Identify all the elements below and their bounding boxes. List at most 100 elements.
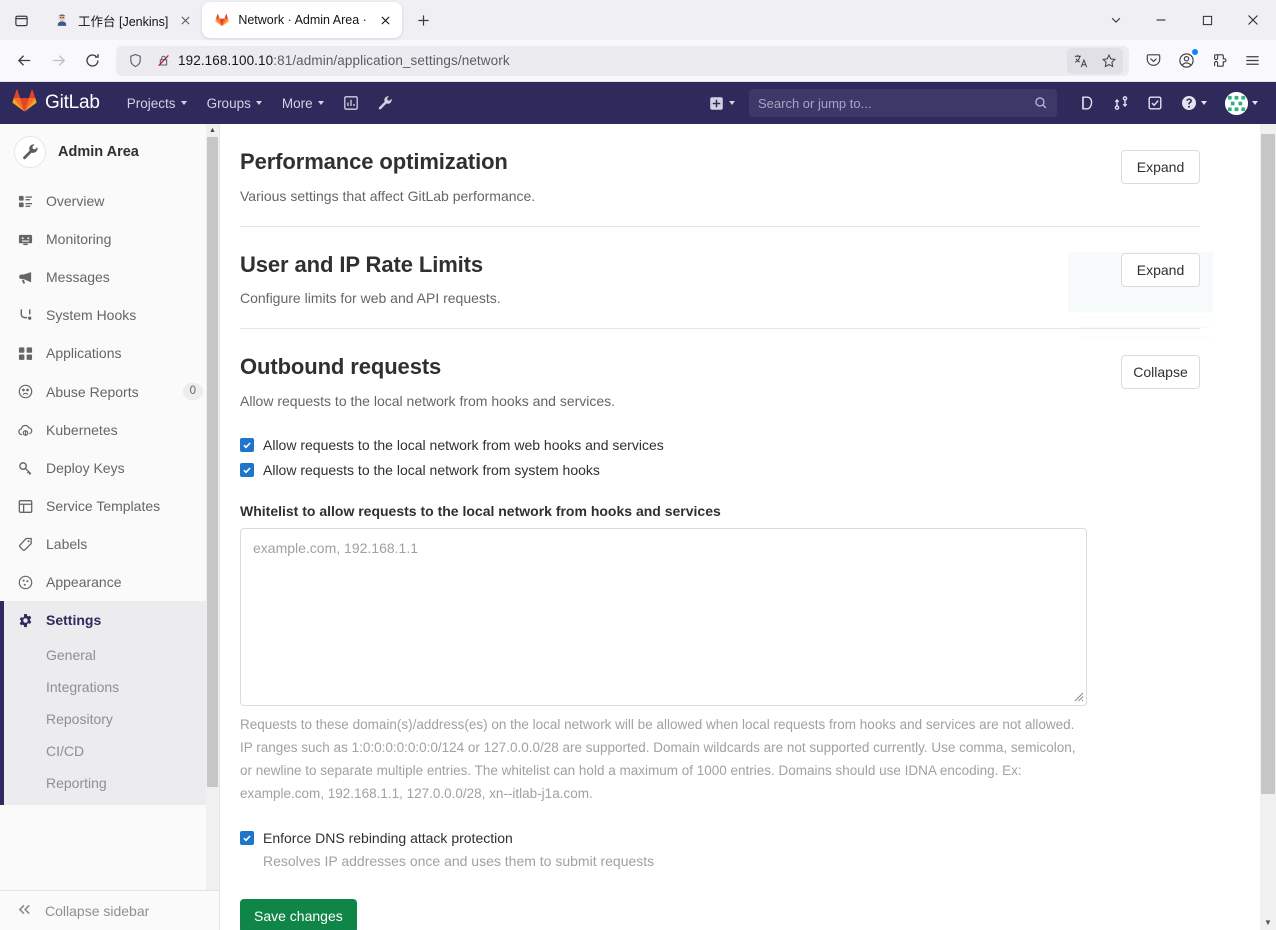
- sidebar-subitem-repository[interactable]: Repository: [0, 703, 219, 735]
- section-description: Allow requests to the local network from…: [240, 393, 1107, 409]
- sidebar-item-labels[interactable]: Labels: [0, 525, 219, 563]
- sidebar-item-settings[interactable]: Settings: [0, 601, 219, 639]
- sidebar-item-overview[interactable]: Overview: [0, 182, 219, 220]
- whitelist-help-text: Requests to these domain(s)/address(es) …: [240, 713, 1090, 806]
- sidebar-item-abuse-reports[interactable]: Abuse Reports 0: [0, 372, 219, 411]
- chevron-down-icon: [1201, 101, 1207, 105]
- app-menu-icon[interactable]: [1236, 45, 1268, 77]
- browser-tab[interactable]: 工作台 [Jenkins]: [42, 3, 202, 37]
- analytics-icon[interactable]: [335, 89, 367, 117]
- checkbox-dns-rebinding[interactable]: [240, 831, 254, 845]
- maximize-button[interactable]: [1184, 0, 1230, 40]
- sidebar-item-deploy-keys[interactable]: Deploy Keys: [0, 449, 219, 487]
- issues-icon[interactable]: [1071, 90, 1103, 116]
- save-changes-button[interactable]: Save changes: [240, 899, 357, 930]
- sidebar-subitem-integrations[interactable]: Integrations: [0, 671, 219, 703]
- new-tab-button[interactable]: [408, 5, 438, 35]
- sidebar-scroll-region: Admin Area Overview: [0, 124, 219, 890]
- tab-close-icon[interactable]: [176, 11, 194, 29]
- sidebar-subitem-general[interactable]: General: [0, 639, 219, 671]
- expand-button-user-ip-rate-limits[interactable]: Expand: [1121, 253, 1200, 287]
- tab-strip: 工作台 [Jenkins] Network · Admin Area · Git…: [0, 0, 1276, 40]
- sidebar-item-appearance[interactable]: Appearance: [0, 563, 219, 601]
- checkbox-system-hooks[interactable]: [240, 463, 254, 477]
- key-icon: [17, 460, 33, 476]
- back-icon[interactable]: [8, 45, 40, 77]
- sidebar-item-label: Kubernetes: [46, 422, 203, 438]
- todos-icon[interactable]: [1139, 90, 1171, 116]
- help-icon[interactable]: [1173, 90, 1215, 116]
- main-scrollbar-thumb[interactable]: [1261, 134, 1275, 794]
- sidebar-subitem-cicd[interactable]: CI/CD: [0, 735, 219, 767]
- forward-icon[interactable]: [42, 45, 74, 77]
- sidebar-item-applications[interactable]: Applications: [0, 334, 219, 372]
- checkbox-web-hooks[interactable]: [240, 438, 254, 452]
- tab-close-icon[interactable]: [376, 11, 394, 29]
- sidebar-settings-submenu: General Integrations Repository CI/CD Re…: [0, 639, 219, 805]
- gitlab-top-navigation: GitLab Projects Groups More: [0, 82, 1276, 124]
- reload-icon[interactable]: [76, 45, 108, 77]
- sidebar-item-monitoring[interactable]: Monitoring: [0, 220, 219, 258]
- sidebar-item-label: Applications: [46, 345, 203, 361]
- account-icon[interactable]: [1170, 45, 1202, 77]
- sidebar-scrollbar-thumb[interactable]: [207, 137, 218, 787]
- overview-icon: [17, 193, 33, 209]
- outbound-requests-form: Allow requests to the local network from…: [240, 435, 1200, 930]
- gitlab-home-link[interactable]: GitLab: [12, 88, 100, 118]
- whitelist-textarea[interactable]: [240, 528, 1087, 706]
- gear-icon: [17, 612, 33, 628]
- main-scrollbar[interactable]: ▼: [1260, 124, 1276, 930]
- section-header: User and IP Rate Limits Configure limits…: [240, 251, 1200, 307]
- pocket-icon[interactable]: [1137, 45, 1169, 77]
- chevron-down-icon: [729, 101, 735, 105]
- collapse-sidebar-button[interactable]: Collapse sidebar: [0, 890, 219, 930]
- gitlab-logo-icon: [12, 88, 37, 118]
- url-path: :81/admin/application_settings/network: [273, 53, 509, 68]
- search-box[interactable]: [749, 89, 1057, 117]
- main-content: Performance optimization Various setting…: [220, 124, 1276, 930]
- sidebar-item-service-templates[interactable]: Service Templates: [0, 487, 219, 525]
- address-bar[interactable]: 192.168.100.10:81/admin/application_sett…: [116, 46, 1129, 76]
- minimize-button[interactable]: [1138, 0, 1184, 40]
- expand-button-performance-optimization[interactable]: Expand: [1121, 150, 1200, 184]
- main-scroll-down-arrow[interactable]: ▼: [1260, 914, 1276, 930]
- checkbox-row-web-hooks[interactable]: Allow requests to the local network from…: [240, 435, 1200, 456]
- window-controls: [1094, 0, 1276, 40]
- sidebar-subitem-reporting[interactable]: Reporting: [0, 767, 219, 799]
- account-notification-dot: [1192, 49, 1198, 55]
- nav-projects[interactable]: Projects: [118, 90, 196, 117]
- create-new-button[interactable]: [703, 90, 741, 117]
- list-all-tabs-button[interactable]: [1094, 0, 1138, 40]
- gitlab-top-right: [703, 87, 1266, 120]
- sidebar-item-label: System Hooks: [46, 307, 203, 323]
- browser-window: 工作台 [Jenkins] Network · Admin Area · Git…: [0, 0, 1276, 930]
- search-input[interactable]: [758, 96, 1034, 111]
- translate-icon[interactable]: [1067, 48, 1095, 74]
- sidebar-scroll-up-arrow[interactable]: ▲: [206, 124, 219, 137]
- sidebar-context-header[interactable]: Admin Area: [0, 124, 219, 182]
- close-button[interactable]: [1230, 0, 1276, 40]
- chevron-down-icon: [181, 101, 187, 105]
- dns-rebinding-sub-label: Resolves IP addresses once and uses them…: [263, 853, 1200, 869]
- checkbox-row-dns-rebinding[interactable]: Enforce DNS rebinding attack protection: [240, 828, 1200, 849]
- sidebar-item-label: Appearance: [46, 574, 203, 590]
- collapse-button-outbound-requests[interactable]: Collapse: [1121, 355, 1200, 389]
- checkbox-row-system-hooks[interactable]: Allow requests to the local network from…: [240, 460, 1200, 481]
- section-header: Outbound requests Allow requests to the …: [240, 353, 1200, 409]
- nav-groups[interactable]: Groups: [198, 90, 271, 117]
- bookmark-star-icon[interactable]: [1095, 48, 1123, 74]
- wrench-icon[interactable]: [369, 89, 401, 117]
- browser-tab[interactable]: Network · Admin Area · GitLa: [202, 2, 402, 38]
- firefox-view-button[interactable]: [0, 0, 42, 40]
- merge-requests-icon[interactable]: [1105, 90, 1137, 116]
- shield-icon[interactable]: [122, 48, 148, 74]
- sidebar-scrollbar[interactable]: ▲: [206, 124, 219, 890]
- user-menu[interactable]: [1217, 87, 1266, 120]
- insecure-lock-icon[interactable]: [150, 48, 176, 74]
- sidebar-item-system-hooks[interactable]: System Hooks: [0, 296, 219, 334]
- nav-more[interactable]: More: [273, 90, 333, 117]
- extensions-icon[interactable]: [1203, 45, 1235, 77]
- sidebar-item-kubernetes[interactable]: Kubernetes: [0, 411, 219, 449]
- sidebar-item-messages[interactable]: Messages: [0, 258, 219, 296]
- checkbox-system-hooks-label: Allow requests to the local network from…: [263, 460, 600, 481]
